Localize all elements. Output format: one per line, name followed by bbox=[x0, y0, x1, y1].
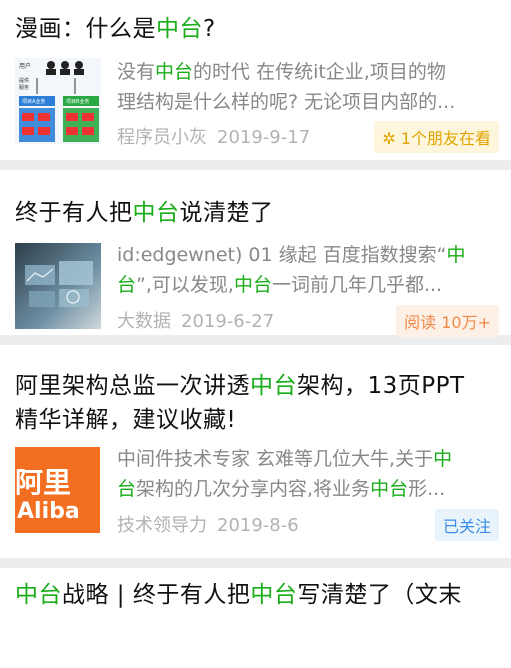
article-meta: 大数据 2019-6-27 bbox=[117, 307, 274, 333]
keyword-highlight: 台 bbox=[117, 478, 137, 500]
article-thumbnail: 用户 提供 服务 项目A业务 项目B业务 bbox=[15, 58, 101, 144]
text-segment: id:edgewnet) 01 缘起 百度指数搜索“ bbox=[117, 244, 447, 266]
dashboard-screens-icon bbox=[25, 261, 93, 307]
text-segment: 阿里架构总监一次讲透 bbox=[15, 373, 250, 399]
alibaba-logo-latin: Aliba bbox=[17, 499, 80, 524]
friends-reading-badge: ✲ 1个朋友在看 bbox=[374, 121, 499, 153]
source-name[interactable]: 程序员小灰 bbox=[117, 127, 207, 148]
text-segment: 精华详解，建议收藏! bbox=[15, 407, 237, 433]
article-meta: 程序员小灰 2019-9-17 bbox=[117, 123, 310, 149]
keyword-highlight: 中台 bbox=[250, 373, 297, 399]
svg-text:项目B业务: 项目B业务 bbox=[66, 98, 89, 105]
text-segment: 漫画：什么是 bbox=[15, 16, 156, 42]
text-segment: 说清楚了 bbox=[179, 200, 274, 226]
text-segment: 架构，13页PPT bbox=[297, 373, 465, 399]
svg-text:提供: 提供 bbox=[19, 77, 29, 84]
text-segment: 写清楚了（文末 bbox=[297, 582, 462, 608]
architecture-diagram-icon: 用户 提供 服务 项目A业务 项目B业务 bbox=[19, 61, 99, 142]
article-card-1[interactable]: 漫画：什么是中台? 用户 提供 服务 项目A业务 项目B业务 没有中台的时代 在… bbox=[0, 0, 511, 160]
article-card-2[interactable]: 终于有人把中台说清楚了 id:edgewnet) 01 缘起 百度指数搜索“中 … bbox=[0, 170, 511, 337]
text-segment: ”,可以发现, bbox=[136, 274, 234, 296]
publish-date: 2019-9-17 bbox=[217, 127, 311, 148]
text-segment: 理结构是什么样的呢? 无论项目内部的... bbox=[117, 91, 456, 113]
keyword-highlight: 中台 bbox=[155, 61, 194, 83]
keyword-highlight: 中 bbox=[433, 448, 453, 470]
text-segment: 形... bbox=[408, 478, 446, 500]
article-title-line1[interactable]: 阿里架构总监一次讲透中台架构，13页PPT bbox=[15, 369, 465, 403]
text-segment: ? bbox=[203, 16, 216, 42]
keyword-highlight: 中台 bbox=[156, 16, 203, 42]
article-snippet: 中间件技术专家 玄难等几位大牛,关于中 台架构的几次分享内容,将业务中台形... bbox=[117, 444, 497, 504]
article-snippet: 没有中台的时代 在传统it企业,项目的物 理结构是什么样的呢? 无论项目内部的.… bbox=[117, 57, 497, 117]
article-title[interactable]: 漫画：什么是中台? bbox=[15, 12, 216, 46]
article-meta: 技术领导力 2019-8-6 bbox=[117, 511, 299, 537]
keyword-highlight: 台 bbox=[117, 274, 137, 296]
svg-text:项目A业务: 项目A业务 bbox=[22, 98, 45, 105]
keyword-highlight: 中台 bbox=[250, 582, 298, 608]
separator bbox=[0, 558, 511, 568]
keyword-highlight: 中台 bbox=[132, 200, 180, 226]
article-title[interactable]: 中台战略 | 终于有人把中台写清楚了（文末 bbox=[15, 578, 462, 612]
article-card-4[interactable]: 中台战略 | 终于有人把中台写清楚了（文末 bbox=[0, 568, 511, 668]
read-count-badge: 阅读 10万+ bbox=[396, 305, 499, 337]
keyword-highlight: 中台 bbox=[233, 274, 272, 296]
article-title[interactable]: 终于有人把中台说清楚了 bbox=[15, 196, 274, 230]
text-segment: 没有 bbox=[117, 61, 156, 83]
text-segment: 一词前几年几乎都... bbox=[271, 274, 443, 296]
article-thumbnail bbox=[15, 243, 101, 329]
separator bbox=[0, 160, 511, 170]
publish-date: 2019-8-6 bbox=[217, 515, 299, 536]
article-card-3[interactable]: 阿里架构总监一次讲透中台架构，13页PPT 精华详解，建议收藏! 阿里 Alib… bbox=[0, 345, 511, 558]
source-name[interactable]: 大数据 bbox=[117, 311, 171, 332]
article-title-line2[interactable]: 精华详解，建议收藏! bbox=[15, 403, 236, 437]
article-thumbnail: 阿里 Aliba bbox=[15, 447, 100, 533]
text-segment: 的时代 在传统it企业,项目的物 bbox=[193, 61, 446, 83]
friends-reading-icon: ✲ bbox=[382, 129, 396, 148]
alibaba-logo-text: 阿里 bbox=[15, 466, 72, 499]
article-snippet: id:edgewnet) 01 缘起 百度指数搜索“中 台”,可以发现,中台一词… bbox=[117, 240, 497, 300]
keyword-highlight: 中台 bbox=[15, 582, 62, 608]
publish-date: 2019-6-27 bbox=[181, 311, 275, 332]
keyword-highlight: 中台 bbox=[370, 478, 409, 500]
text-segment: 战略 | 终于有人把 bbox=[62, 582, 251, 608]
source-name[interactable]: 技术领导力 bbox=[117, 515, 207, 536]
text-segment: 架构的几次分享内容,将业务 bbox=[136, 478, 371, 500]
keyword-highlight: 中 bbox=[446, 244, 466, 266]
text-segment: 终于有人把 bbox=[15, 200, 133, 226]
followed-badge[interactable]: 已关注 bbox=[434, 509, 499, 541]
thumb-user-label: 用户 bbox=[19, 62, 31, 70]
text-segment: 中间件技术专家 玄难等几位大牛,关于 bbox=[117, 448, 434, 470]
svg-text:服务: 服务 bbox=[19, 84, 29, 91]
